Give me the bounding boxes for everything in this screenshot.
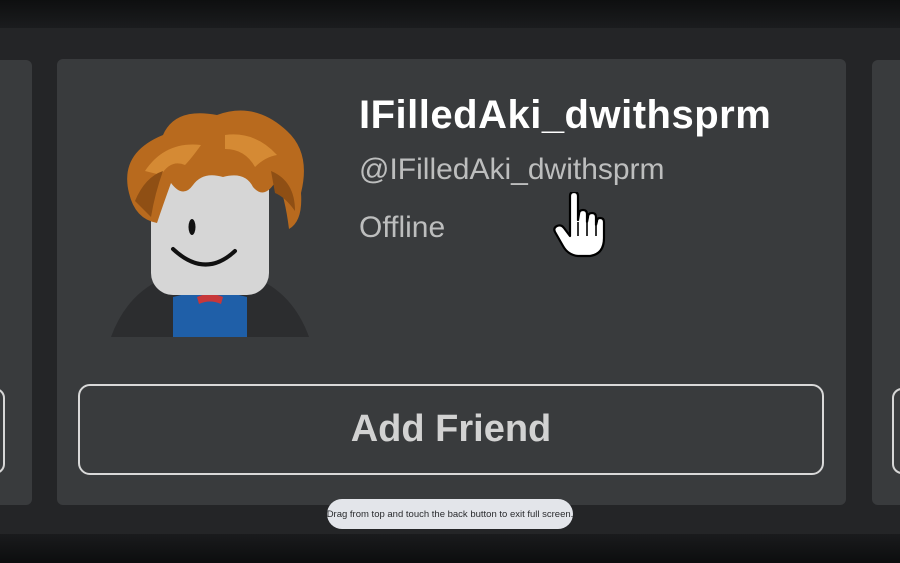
bottom-bar <box>0 534 900 563</box>
top-bar <box>0 0 900 28</box>
previous-player-card[interactable] <box>0 60 32 505</box>
player-card: IFilledAki_dwithsprm @IFilledAki_dwithsp… <box>57 59 846 505</box>
screen: IFilledAki_dwithsprm @IFilledAki_dwithsp… <box>0 0 900 563</box>
avatar[interactable] <box>105 101 315 341</box>
add-friend-button[interactable]: Add Friend <box>78 384 824 475</box>
username[interactable]: @IFilledAki_dwithsprm <box>359 153 665 187</box>
fullscreen-toast: Drag from top and touch the back button … <box>327 499 573 529</box>
next-card-button[interactable] <box>892 388 900 474</box>
hand-pointer-icon <box>553 192 606 258</box>
next-player-card[interactable] <box>872 60 900 505</box>
previous-card-button[interactable] <box>0 388 5 474</box>
display-name[interactable]: IFilledAki_dwithsprm <box>359 93 771 138</box>
presence-status: Offline <box>359 211 446 244</box>
